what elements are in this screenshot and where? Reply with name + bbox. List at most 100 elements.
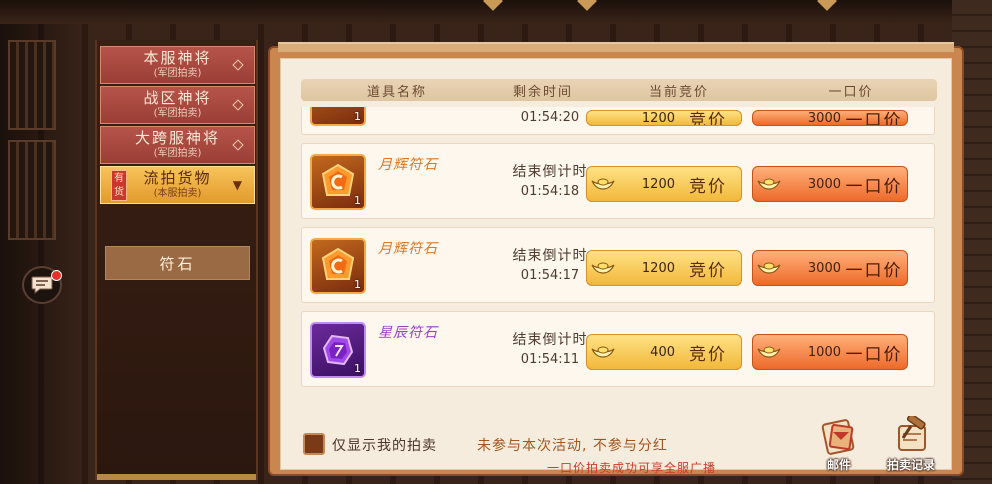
nav-item-subtitle: (军团拍卖) [153,108,202,119]
rune-crystal-icon [321,247,355,280]
buyout-label: 一口价 [845,110,903,126]
star-rune-icon[interactable]: 1 [310,322,366,378]
buyout-button[interactable]: 3000 一口价 [752,110,908,126]
auction-record-button[interactable]: 拍卖记录 [881,413,941,473]
bid-label: 竞价 [689,260,727,281]
nav-subitem-runestone[interactable]: 符石 [105,246,250,280]
gold-ingot-icon [753,166,785,202]
nav-item-title: 本服神将 [143,49,212,67]
countdown: 结束倒计时 01:54:18 [500,162,600,202]
diamond-icon [232,99,244,111]
background-window [8,140,56,240]
item-quantity: 1 [354,110,361,123]
nav-item-subtitle: (军团拍卖) [153,148,202,159]
bid-label: 竞价 [689,110,727,126]
countdown-label: 结束倒计时 [512,164,588,180]
auction-row: 1 01:54:20 1200 竞价 3000 一口价 [301,107,935,135]
nav-item-title: 流拍货物 [143,169,212,187]
auction-nav-panel: 本服神将 (军团拍卖) 战区神将 (军团拍卖) 大跨服神将 (军团拍卖) 有货 … [95,40,258,480]
panel-trim [97,474,256,480]
item-name: 月辉符石 [378,241,438,257]
countdown: 结束倒计时 01:54:11 [500,330,600,370]
table-header: 道具名称 剩余时间 当前竞价 一口价 [301,79,937,101]
bid-price: 1200 [641,260,675,276]
bid-price: 1200 [641,110,675,126]
countdown-time: 01:54:20 [520,110,580,125]
in-stock-badge: 有货 [111,170,127,201]
my-auctions-label: 仅显示我的拍卖 [332,438,437,454]
buyout-label: 一口价 [845,176,903,197]
buyout-price: 1000 [807,344,841,360]
countdown-time: 01:54:18 [520,184,580,199]
nav-item-title: 大跨服神将 [134,129,220,147]
mail-scroll-icon [821,419,855,455]
nav-item-server-general[interactable]: 本服神将 (军团拍卖) [100,46,255,84]
participation-notice: 未参与本次活动, 不参与分红 [477,438,668,454]
bid-price: 400 [650,344,675,360]
item-name: 星辰符石 [378,325,438,341]
gold-ingot-icon [587,166,619,202]
item-quantity: 1 [354,194,361,207]
moon-rune-icon[interactable]: 1 [310,238,366,294]
header-buyout: 一口价 [828,84,874,100]
buyout-label: 一口价 [845,260,903,281]
rune-crystal-icon [321,163,355,196]
buyout-price: 3000 [807,260,841,276]
diamond-icon [232,59,244,71]
nav-item-unsold-goods[interactable]: 有货 流拍货物 (本服拍卖) ▼ [100,166,255,204]
buyout-button[interactable]: 3000 一口价 [752,166,908,202]
countdown-label: 结束倒计时 [512,332,588,348]
rune-item-icon[interactable]: 1 [310,107,366,126]
auction-main-panel: 道具名称 剩余时间 当前竞价 一口价 1 01:54:20 1200 竞价 30… [268,42,964,476]
countdown-time: 01:54:17 [520,268,580,283]
rune-crystal-icon [322,334,354,366]
background-window [8,40,56,130]
top-diamond-icon [483,0,503,11]
auction-row: 1 月辉符石 结束倒计时 01:54:17 1200 竞价 3000 一口价 [301,227,935,303]
bid-label: 竞价 [689,176,727,197]
chat-button[interactable] [22,266,62,304]
countdown: 结束倒计时 01:54:17 [500,246,600,286]
my-auctions-checkbox[interactable] [303,433,325,455]
auction-row: 1 月辉符石 结束倒计时 01:54:18 1200 竞价 3000 一口价 [301,143,935,219]
bid-button[interactable]: 400 竞价 [586,334,742,370]
header-remaining-time: 剩余时间 [512,84,573,100]
top-bar [0,0,992,24]
auction-record-label: 拍卖记录 [886,458,935,472]
auction-record-icon [898,416,926,451]
bid-button[interactable]: 1200 竞价 [586,250,742,286]
top-diamond-icon [817,0,837,11]
nav-item-cross-server-general[interactable]: 大跨服神将 (军团拍卖) [100,126,255,164]
bid-button[interactable]: 1200 竞价 [586,166,742,202]
buyout-label: 一口价 [845,344,903,365]
nav-item-subtitle: (本服拍卖) [153,188,202,199]
auction-list[interactable]: 1 01:54:20 1200 竞价 3000 一口价 1 月辉符石 结束倒计时… [301,107,941,407]
bid-price: 1200 [641,176,675,192]
mail-label: 邮件 [826,458,851,472]
nav-item-subtitle: (军团拍卖) [153,68,202,79]
countdown-time: 01:54:11 [520,352,580,367]
buyout-price: 3000 [807,176,841,192]
chevron-down-icon: ▼ [232,178,242,192]
buyout-price: 3000 [807,110,841,126]
auction-row: 1 星辰符石 结束倒计时 01:54:11 400 竞价 1000 一口价 [301,311,935,387]
moon-rune-icon[interactable]: 1 [310,154,366,210]
auction-content: 道具名称 剩余时间 当前竞价 一口价 1 01:54:20 1200 竞价 30… [280,58,952,475]
item-quantity: 1 [354,362,361,375]
gold-ingot-icon [753,334,785,370]
header-item-name: 道具名称 [366,84,427,100]
buyout-button[interactable]: 1000 一口价 [752,334,908,370]
item-quantity: 1 [354,278,361,291]
gold-ingot-icon [587,334,619,370]
notification-dot [51,270,62,281]
bid-label: 竞价 [689,344,727,365]
diamond-icon [232,139,244,151]
bid-button[interactable]: 1200 竞价 [586,110,742,126]
nav-item-title: 战区神将 [143,89,212,107]
nav-item-zone-general[interactable]: 战区神将 (军团拍卖) [100,86,255,124]
buyout-button[interactable]: 3000 一口价 [752,250,908,286]
gold-ingot-icon [753,250,785,286]
countdown: 01:54:20 [500,108,600,128]
mail-button[interactable]: 邮件 [809,413,869,473]
top-diamond-icon [577,0,597,11]
